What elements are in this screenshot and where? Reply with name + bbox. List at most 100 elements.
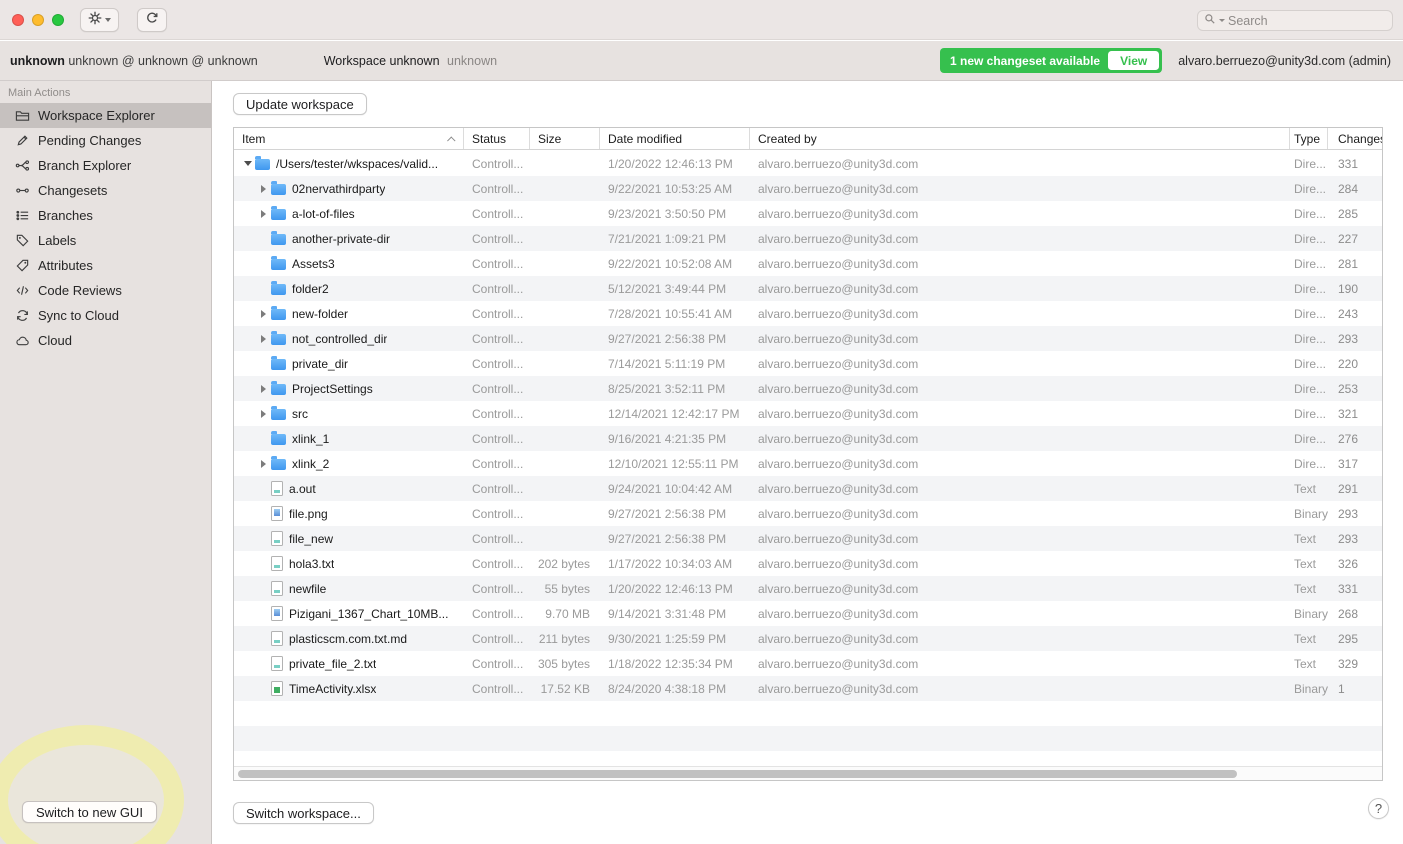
table-row[interactable]: private_dirControll...7/14/2021 5:11:19 … — [234, 351, 1382, 376]
sidebar-item-label: Sync to Cloud — [38, 308, 119, 323]
table-row[interactable]: xlink_2Controll...12/10/2021 12:55:11 PM… — [234, 451, 1382, 476]
column-header-status[interactable]: Status — [464, 128, 530, 149]
expander-closed-icon[interactable] — [256, 306, 271, 321]
cell-status: Controll... — [464, 232, 530, 246]
table-row[interactable]: TimeActivity.xlsxControll...17.52 KB8/24… — [234, 676, 1382, 701]
file-icon — [271, 531, 283, 546]
column-header-size[interactable]: Size — [530, 128, 600, 149]
titlebar — [0, 0, 1403, 40]
cell-created-by: alvaro.berruezo@unity3d.com — [750, 632, 1290, 646]
cell-created-by: alvaro.berruezo@unity3d.com — [750, 157, 1290, 171]
cell-item: new-folder — [234, 306, 464, 321]
column-header-type[interactable]: Type — [1290, 128, 1328, 149]
help-button[interactable]: ? — [1368, 798, 1389, 819]
item-name: folder2 — [292, 282, 329, 296]
close-window-button[interactable] — [12, 14, 24, 26]
view-changeset-button[interactable]: View — [1108, 51, 1159, 70]
cell-item: TimeActivity.xlsx — [234, 681, 464, 696]
cell-date-modified: 9/24/2021 10:04:42 AM — [600, 482, 750, 496]
expander-open-icon[interactable] — [240, 156, 255, 171]
sidebar-item-attributes[interactable]: Attributes — [0, 253, 211, 278]
refresh-button[interactable] — [137, 8, 167, 32]
cell-changeset: 321 — [1328, 407, 1382, 421]
item-name: Assets3 — [292, 257, 335, 271]
cell-type: Dire... — [1290, 382, 1328, 396]
table-row[interactable]: private_file_2.txtControll...305 bytes1/… — [234, 651, 1382, 676]
expander-closed-icon[interactable] — [256, 331, 271, 346]
repository-name: unknown — [10, 54, 65, 68]
sidebar-item-changesets[interactable]: Changesets — [0, 178, 211, 203]
search-field[interactable] — [1197, 10, 1393, 31]
column-header-item[interactable]: Item — [234, 128, 464, 149]
folder-icon — [271, 209, 286, 220]
item-name: plasticscm.com.txt.md — [289, 632, 407, 646]
sidebar-item-branches[interactable]: Branches — [0, 203, 211, 228]
expander-closed-icon[interactable] — [256, 206, 271, 221]
table-row[interactable]: Pizigani_1367_Chart_10MB...Controll...9.… — [234, 601, 1382, 626]
sidebar-item-cloud[interactable]: Cloud — [0, 328, 211, 353]
column-header-changeset[interactable]: Changeset — [1328, 128, 1382, 149]
scrollbar-thumb[interactable] — [238, 770, 1237, 778]
expander-closed-icon[interactable] — [256, 406, 271, 421]
repository-info: unknown unknown @ unknown @ unknown — [10, 54, 258, 68]
switch-to-new-gui-button[interactable]: Switch to new GUI — [22, 801, 157, 823]
sidebar-item-labels[interactable]: Labels — [0, 228, 211, 253]
changeset-banner-text: 1 new changeset available — [950, 54, 1100, 68]
cell-changeset: 293 — [1328, 532, 1382, 546]
item-name: another-private-dir — [292, 232, 390, 246]
table-row[interactable]: a.outControll...9/24/2021 10:04:42 AMalv… — [234, 476, 1382, 501]
sidebar-item-branch-explorer[interactable]: Branch Explorer — [0, 153, 211, 178]
table-row[interactable]: plasticscm.com.txt.mdControll...211 byte… — [234, 626, 1382, 651]
table-row[interactable]: folder2Controll...5/12/2021 3:49:44 PMal… — [234, 276, 1382, 301]
switch-workspace-button[interactable]: Switch workspace... — [233, 802, 374, 824]
folder-icon — [271, 434, 286, 445]
cell-type: Binary — [1290, 607, 1328, 621]
table-row[interactable]: xlink_1Controll...9/16/2021 4:21:35 PMal… — [234, 426, 1382, 451]
table-row[interactable]: /Users/tester/wkspaces/valid...Controll.… — [234, 151, 1382, 176]
cell-type: Dire... — [1290, 357, 1328, 371]
settings-button[interactable] — [80, 8, 119, 32]
table-row[interactable]: new-folderControll...7/28/2021 10:55:41 … — [234, 301, 1382, 326]
expander-closed-icon[interactable] — [256, 456, 271, 471]
sidebar-item-code-reviews[interactable]: Code Reviews — [0, 278, 211, 303]
update-workspace-button[interactable]: Update workspace — [233, 93, 367, 115]
table-row[interactable]: 02nervathirdpartyControll...9/22/2021 10… — [234, 176, 1382, 201]
expander-spacer — [256, 256, 271, 271]
cell-item: a-lot-of-files — [234, 206, 464, 221]
sidebar-item-workspace-explorer[interactable]: Workspace Explorer — [0, 103, 211, 128]
cell-changeset: 227 — [1328, 232, 1382, 246]
item-name: a.out — [289, 482, 316, 496]
table-row[interactable]: ProjectSettingsControll...8/25/2021 3:52… — [234, 376, 1382, 401]
table-row[interactable]: another-private-dirControll...7/21/2021 … — [234, 226, 1382, 251]
cell-created-by: alvaro.berruezo@unity3d.com — [750, 607, 1290, 621]
chevron-down-icon — [105, 18, 111, 22]
horizontal-scrollbar[interactable] — [234, 766, 1382, 780]
search-input[interactable] — [1228, 14, 1386, 28]
column-header-date-modified[interactable]: Date modified — [600, 128, 750, 149]
cell-status: Controll... — [464, 182, 530, 196]
expander-closed-icon[interactable] — [256, 181, 271, 196]
cell-status: Controll... — [464, 257, 530, 271]
minimize-window-button[interactable] — [32, 14, 44, 26]
cell-item: xlink_2 — [234, 456, 464, 471]
table-row[interactable]: file.pngControll...9/27/2021 2:56:38 PMa… — [234, 501, 1382, 526]
column-header-created-by[interactable]: Created by — [750, 128, 1290, 149]
cell-changeset: 253 — [1328, 382, 1382, 396]
cell-status: Controll... — [464, 557, 530, 571]
cell-status: Controll... — [464, 682, 530, 696]
table-row[interactable]: Assets3Controll...9/22/2021 10:52:08 AMa… — [234, 251, 1382, 276]
folder-icon — [271, 409, 286, 420]
table-row[interactable]: a-lot-of-filesControll...9/23/2021 3:50:… — [234, 201, 1382, 226]
table-row[interactable]: newfileControll...55 bytes1/20/2022 12:4… — [234, 576, 1382, 601]
empty-table-row — [234, 701, 1382, 726]
sidebar-item-sync-to-cloud[interactable]: Sync to Cloud — [0, 303, 211, 328]
zoom-window-button[interactable] — [52, 14, 64, 26]
table-row[interactable]: file_newControll...9/27/2021 2:56:38 PMa… — [234, 526, 1382, 551]
table-row[interactable]: hola3.txtControll...202 bytes1/17/2022 1… — [234, 551, 1382, 576]
table-row[interactable]: srcControll...12/14/2021 12:42:17 PMalva… — [234, 401, 1382, 426]
cell-created-by: alvaro.berruezo@unity3d.com — [750, 532, 1290, 546]
table-row[interactable]: not_controlled_dirControll...9/27/2021 2… — [234, 326, 1382, 351]
expander-spacer — [256, 281, 271, 296]
expander-closed-icon[interactable] — [256, 381, 271, 396]
sidebar-item-pending-changes[interactable]: Pending Changes — [0, 128, 211, 153]
